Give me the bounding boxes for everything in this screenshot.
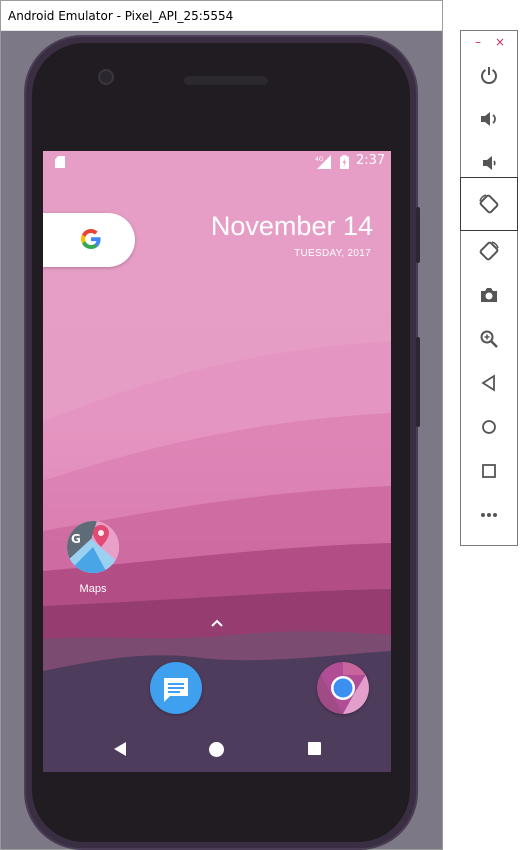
volume-up-button[interactable] xyxy=(461,97,517,141)
back-button[interactable] xyxy=(461,361,517,405)
maps-icon: G xyxy=(67,521,119,573)
date-widget-date[interactable]: November 14 xyxy=(211,211,373,242)
emulator-toolbar: – × xyxy=(460,30,518,546)
camera-icon xyxy=(481,288,497,302)
screenshot-button[interactable] xyxy=(461,273,517,317)
app-icon-maps[interactable]: G Maps xyxy=(65,521,121,595)
overview-icon xyxy=(482,464,496,478)
chrome-app-icon[interactable] xyxy=(317,662,369,714)
messages-app-icon[interactable] xyxy=(150,662,202,714)
rotate-left-button[interactable] xyxy=(460,177,518,231)
overview-button[interactable] xyxy=(461,449,517,493)
toolbar-window-controls: – × xyxy=(461,35,517,51)
app-drawer-arrow-icon[interactable] xyxy=(209,617,225,629)
minimize-button[interactable]: – xyxy=(475,35,481,49)
back-icon xyxy=(481,374,495,392)
power-icon xyxy=(481,67,497,84)
status-bar: 4G 2:37 xyxy=(43,151,391,173)
maps-label: Maps xyxy=(79,583,107,595)
rotate-left-icon xyxy=(479,194,499,214)
signal-icon: 4G xyxy=(315,155,331,169)
google-g-icon xyxy=(81,229,101,249)
zoom-icon xyxy=(480,330,498,348)
emulator-stage: 4G 2:37 November 14 TUESDAY, 2017 G Maps xyxy=(1,31,442,850)
date-widget-weekday[interactable]: TUESDAY, 2017 xyxy=(294,248,371,259)
status-clock: 2:37 xyxy=(356,153,386,168)
more-icon xyxy=(481,513,497,517)
nav-overview-icon[interactable] xyxy=(308,742,321,755)
google-search-widget[interactable] xyxy=(43,213,135,267)
nav-home-icon[interactable] xyxy=(209,742,224,757)
nav-back-icon[interactable] xyxy=(113,741,127,757)
volume-down-icon xyxy=(483,156,496,170)
power-button[interactable] xyxy=(461,53,517,97)
phone-volume-button[interactable] xyxy=(416,337,420,427)
more-button[interactable] xyxy=(461,493,517,537)
phone-screen[interactable]: 4G 2:37 November 14 TUESDAY, 2017 G Maps xyxy=(43,151,391,772)
network-type-label: 4G xyxy=(315,156,324,163)
sd-card-icon xyxy=(55,156,65,168)
phone-side-button[interactable] xyxy=(416,207,420,263)
home-button[interactable] xyxy=(461,405,517,449)
rotate-right-icon xyxy=(479,241,499,261)
earpiece-speaker xyxy=(184,76,268,85)
svg-text:G: G xyxy=(71,532,81,546)
close-button[interactable]: × xyxy=(495,35,505,49)
navigation-bar xyxy=(43,727,391,772)
chrome-icon xyxy=(317,662,369,714)
home-icon xyxy=(482,420,496,434)
battery-charging-icon xyxy=(340,155,349,169)
emulator-window: Android Emulator - Pixel_API_25:5554 4G … xyxy=(0,0,443,850)
rotate-right-button[interactable] xyxy=(461,229,517,273)
zoom-button[interactable] xyxy=(461,317,517,361)
messages-icon xyxy=(164,678,188,702)
window-title: Android Emulator - Pixel_API_25:5554 xyxy=(1,1,442,31)
volume-up-icon xyxy=(481,112,496,126)
front-camera xyxy=(98,69,114,85)
